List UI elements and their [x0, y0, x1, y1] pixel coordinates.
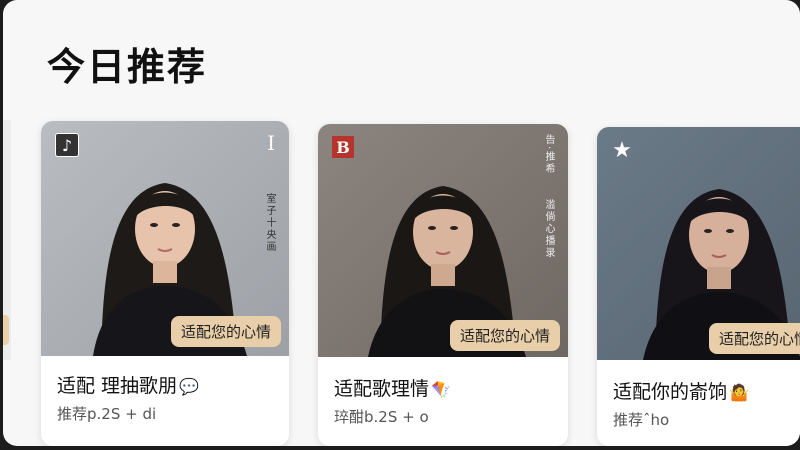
card-title-text: 适配 理抽歌朋	[57, 375, 178, 397]
card-title-text: 适配你的嵛饷	[613, 381, 728, 403]
card-title: 适配歌理情 🪁	[334, 374, 451, 401]
person-shrug-icon: 🤷	[729, 383, 749, 402]
mood-badge: 适配您的心情	[709, 323, 800, 354]
recommendation-card-3[interactable]: ★ 适配您的心情 适配你的嵛饷🤷 推荐ˆho	[597, 127, 800, 446]
mood-badge: 适配您的心情	[170, 316, 281, 347]
recommendation-screen: 今日推荐 ♪ I 室子十央画 适配您的心情 适配 理抽歌朋 💬 推荐p.2S +…	[3, 0, 800, 446]
card-subtitle: 琗酣b.2S + o	[334, 408, 429, 426]
star-icon: ★	[612, 137, 632, 163]
card-title: 适配你的嵛饷 🤷	[613, 377, 749, 404]
card-photo: B 告·推希 滥倘心播录 适配您的心情	[318, 124, 568, 357]
music-note-icon: ♪	[55, 133, 79, 157]
card-title-text: 适配歌理情	[334, 378, 430, 400]
mood-badge: 适配您的心情	[449, 320, 560, 351]
previous-card-badge-edge	[3, 315, 9, 345]
card-subtitle: 推荐ˆho	[613, 411, 670, 429]
side-caption-top: 告·推希	[543, 134, 554, 176]
kite-icon: 🪁	[431, 380, 451, 399]
recommendation-card-1[interactable]: ♪ I 室子十央画 适配您的心情 适配 理抽歌朋 💬 推荐p.2S + di	[41, 121, 289, 446]
previous-card-edge[interactable]	[3, 120, 11, 360]
side-caption: 滥倘心播录	[543, 199, 554, 259]
speech-bubble-icon: 💬	[179, 377, 199, 396]
recommendation-card-2[interactable]: B 告·推希 滥倘心播录 适配您的心情 适配歌理情 🪁 琗酣b.2S + o	[318, 124, 568, 446]
bookmark-b-icon: B	[332, 136, 354, 158]
card-title: 适配 理抽歌朋 💬	[57, 371, 199, 398]
card-subtitle: 推荐p.2S + di	[57, 405, 157, 423]
side-caption: 室子十央画	[264, 193, 275, 253]
card-photo: ★ 适配您的心情	[597, 127, 800, 360]
page-title: 今日推荐	[47, 45, 208, 89]
card-photo: ♪ I 室子十央画 适配您的心情	[41, 121, 289, 356]
corner-letter: I	[267, 131, 275, 155]
